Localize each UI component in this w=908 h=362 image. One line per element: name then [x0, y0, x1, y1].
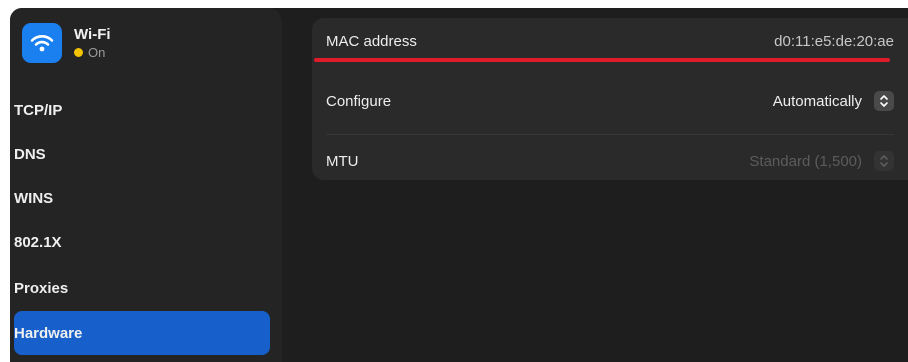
wifi-status-label: On — [88, 45, 106, 60]
mtu-select[interactable]: Standard (1,500) — [749, 151, 894, 171]
sidebar-item-hardware[interactable]: Hardware — [14, 311, 270, 355]
configure-label: Configure — [326, 92, 392, 110]
sidebar-item-label: 802.1X — [14, 233, 62, 251]
hardware-settings-panel: MAC address d0:11:e5:de:20:ae Configure … — [312, 18, 908, 180]
wifi-title: Wi-Fi — [74, 26, 111, 43]
configure-select[interactable]: Automatically — [773, 91, 894, 111]
main-content: MAC address d0:11:e5:de:20:ae Configure … — [282, 8, 908, 362]
mac-address-value: d0:11:e5:de:20:ae — [774, 32, 894, 50]
mtu-value: Standard (1,500) — [749, 152, 862, 170]
sidebar-item-label: Proxies — [14, 279, 69, 297]
sidebar-item-label: DNS — [14, 145, 46, 163]
sidebar-item-tcpip[interactable]: TCP/IP — [14, 90, 270, 130]
sidebar-item-label: WINS — [14, 189, 54, 207]
mtu-row: MTU Standard (1,500) — [326, 138, 894, 184]
network-settings-window: Wi-Fi On TCP/IP DNS WINS 802.1X Proxies … — [10, 8, 908, 362]
wifi-status: On — [74, 45, 111, 60]
wifi-text: Wi-Fi On — [74, 26, 111, 60]
sidebar-item-label: Hardware — [14, 324, 83, 342]
sidebar-item-label: TCP/IP — [14, 101, 63, 119]
mtu-label: MTU — [326, 152, 359, 170]
divider — [326, 134, 894, 135]
chevron-up-down-icon[interactable] — [874, 151, 894, 171]
status-dot-icon — [74, 48, 83, 57]
wifi-icon — [22, 23, 62, 63]
chevron-up-down-icon[interactable] — [874, 91, 894, 111]
sidebar-item-proxies[interactable]: Proxies — [14, 268, 270, 308]
annotation-underline — [314, 58, 890, 62]
mac-address-label: MAC address — [326, 32, 417, 50]
sidebar-item-dns[interactable]: DNS — [14, 134, 270, 174]
sidebar-item-8021x[interactable]: 802.1X — [14, 222, 270, 262]
configure-row: Configure Automatically — [326, 78, 894, 124]
configure-value: Automatically — [772, 92, 862, 110]
sidebar: Wi-Fi On TCP/IP DNS WINS 802.1X Proxies … — [10, 8, 282, 362]
wifi-header: Wi-Fi On — [22, 20, 111, 66]
sidebar-item-wins[interactable]: WINS — [14, 178, 270, 218]
